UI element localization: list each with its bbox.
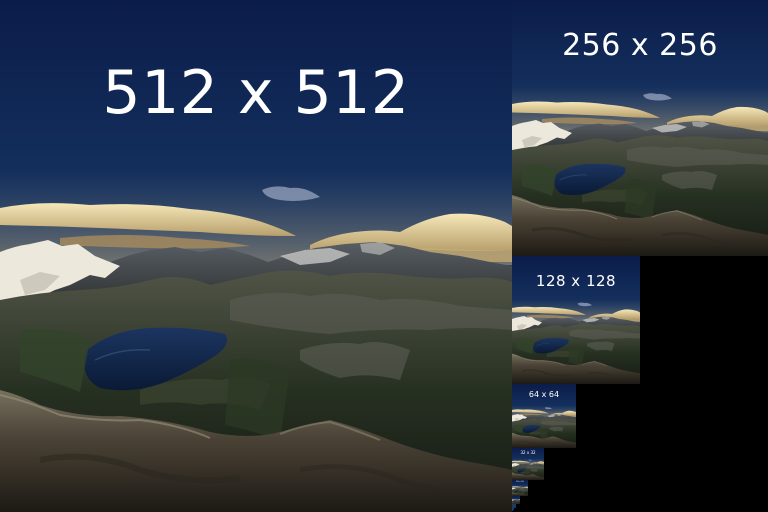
mip-level-label: 128 x 128: [535, 272, 617, 290]
mip-level-1: [512, 510, 513, 511]
mip-level-128: 128 x 128: [512, 256, 640, 384]
mip-level-label: 256 x 256: [562, 28, 718, 63]
landscape-image: [512, 496, 520, 504]
mip-level-8: [512, 496, 520, 504]
mip-level-32: 32 x 32: [512, 448, 544, 480]
mip-level-256: 256 x 256: [512, 0, 768, 256]
mip-level-label: 64 x 64: [528, 390, 560, 399]
mip-level-label: 32 x 32: [520, 450, 536, 455]
mip-level-512: 512 x 512: [0, 0, 512, 512]
mip-level-label: 512 x 512: [102, 58, 410, 128]
mip-level-label: 16 x 16: [516, 481, 524, 483]
mip-level-16: 16 x 16: [512, 480, 528, 496]
mip-level-64: 64 x 64: [512, 384, 576, 448]
